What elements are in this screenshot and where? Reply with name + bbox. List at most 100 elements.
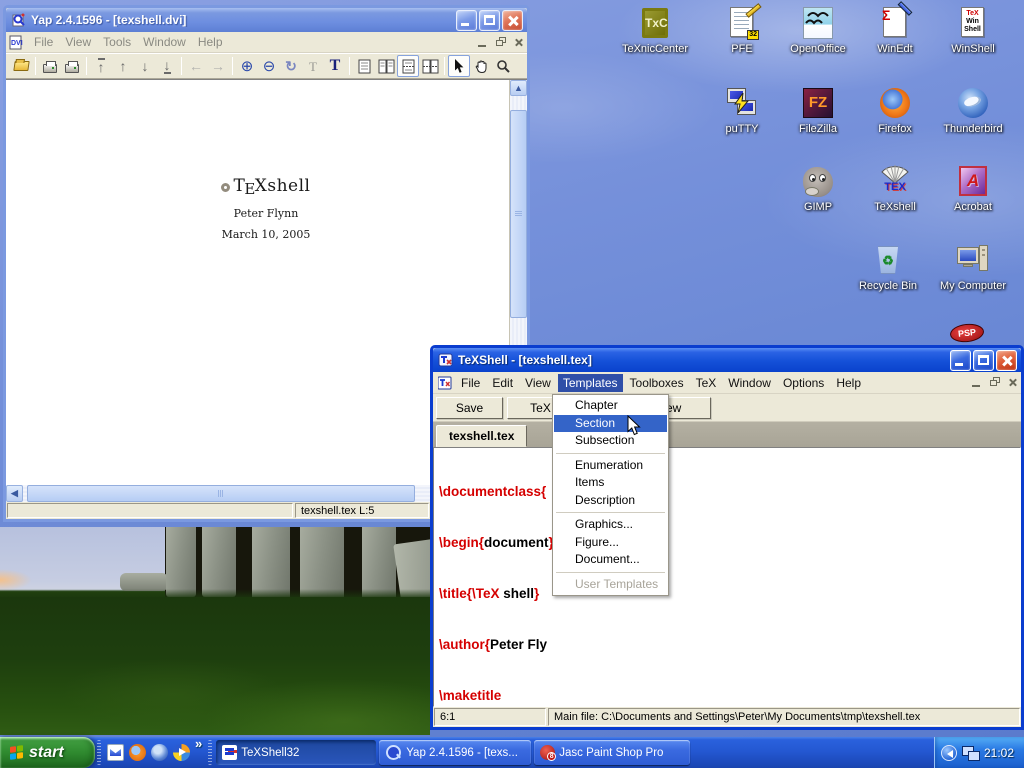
menuitem-items[interactable]: Items <box>554 474 667 492</box>
menu-help[interactable]: Help <box>193 33 228 51</box>
refresh-button[interactable]: ↻ <box>280 55 302 77</box>
menu-window[interactable]: Window <box>138 33 191 51</box>
menu-edit[interactable]: Edit <box>487 374 518 392</box>
print-preview-button[interactable] <box>61 55 83 77</box>
outlook-express-icon[interactable] <box>107 744 124 761</box>
magnifier-tool-button[interactable] <box>492 55 514 77</box>
templates-dropdown-menu: Chapter Section Subsection Enumeration I… <box>552 394 669 596</box>
desktop-icon-my-computer[interactable]: My Computer <box>928 243 1018 292</box>
desktop-icon-filezilla[interactable]: FZ FileZilla <box>780 86 856 135</box>
hand-tool-button[interactable] <box>470 55 492 77</box>
desktop-icon-pfe[interactable]: 32 PFE <box>704 6 780 55</box>
task-paint-shop-pro[interactable]: 8 Jasc Paint Shop Pro <box>534 740 690 765</box>
mdi-restore-button[interactable] <box>493 36 509 49</box>
recycle-glyph: ♻ <box>878 253 898 269</box>
bin-shape: ♻ <box>877 246 899 274</box>
firefox-quicklaunch-icon[interactable] <box>129 744 146 761</box>
menuitem-description[interactable]: Description <box>554 492 667 510</box>
mdi-restore-button[interactable] <box>987 376 1003 389</box>
menu-tools[interactable]: Tools <box>98 33 136 51</box>
mdi-close-button[interactable] <box>1005 376 1021 389</box>
desktop-icon-recycle-bin[interactable]: ♻ Recycle Bin <box>843 243 933 292</box>
minimize-button[interactable] <box>950 350 971 371</box>
continuous-icon <box>402 59 415 74</box>
menuitem-section[interactable]: Section <box>554 415 667 433</box>
menuitem-graphics[interactable]: Graphics... <box>554 516 667 534</box>
font-large-button[interactable]: T <box>324 55 346 77</box>
yap-window-title: Yap 2.4.1596 - [texshell.dvi] <box>31 13 454 27</box>
save-button[interactable]: Save <box>436 397 503 419</box>
yap-titlebar[interactable]: Yap 2.4.1596 - [texshell.dvi] <box>6 8 527 32</box>
desktop-icon-thunderbird[interactable]: Thunderbird <box>935 86 1011 135</box>
next-page-icon: ↓ <box>142 59 149 73</box>
mdi-minimize-button[interactable] <box>475 36 491 49</box>
open-button[interactable] <box>10 55 32 77</box>
texshell-menubar: File Edit View Templates Toolboxes TeX W… <box>433 372 1021 394</box>
desktop-icon-putty[interactable]: puTTY <box>704 86 780 135</box>
facing-pages-view-button[interactable] <box>375 55 397 77</box>
task-texshell32[interactable]: TeXShell32 <box>216 740 376 765</box>
last-page-button[interactable]: ↓ <box>156 55 178 77</box>
menu-view[interactable]: View <box>520 374 556 392</box>
print-button[interactable] <box>39 55 61 77</box>
dvi-date: March 10, 2005 <box>166 228 366 241</box>
menuitem-document[interactable]: Document... <box>554 551 667 569</box>
horizontal-scroll-thumb[interactable] <box>27 485 415 502</box>
maximize-button[interactable] <box>973 350 994 371</box>
mdi-minimize-button[interactable] <box>969 376 985 389</box>
desktop-icon-gimp[interactable]: GIMP <box>780 164 856 213</box>
continuous-facing-view-button[interactable] <box>419 55 441 77</box>
back-button[interactable]: ← <box>185 55 207 77</box>
tab-texshell-tex[interactable]: texshell.tex <box>436 425 527 447</box>
mdi-close-button[interactable] <box>511 36 527 49</box>
yap-app-icon <box>11 12 27 28</box>
scroll-left-button[interactable]: ◀ <box>6 485 23 502</box>
pointer-icon <box>454 59 465 74</box>
menu-file[interactable]: File <box>456 374 485 392</box>
zoom-in-button[interactable]: ⊕ <box>236 55 258 77</box>
vertical-scroll-thumb[interactable] <box>510 110 527 318</box>
media-player-quicklaunch-icon[interactable] <box>173 744 190 761</box>
continuous-view-button[interactable] <box>397 55 419 77</box>
menu-toolboxes[interactable]: Toolboxes <box>625 374 689 392</box>
task-yap[interactable]: Yap 2.4.1596 - [texs... <box>379 740 531 765</box>
desktop-icon-firefox[interactable]: Firefox <box>857 86 933 135</box>
menuitem-enumeration[interactable]: Enumeration <box>554 457 667 475</box>
desktop-icon-texshell[interactable]: TEX TeXshell <box>857 164 933 213</box>
quicklaunch-more-chevron[interactable]: » <box>195 737 202 751</box>
menuitem-subsection[interactable]: Subsection <box>554 432 667 450</box>
tray-collapse-chevron[interactable] <box>941 745 957 761</box>
menuitem-figure[interactable]: Figure... <box>554 534 667 552</box>
menu-view[interactable]: View <box>60 33 96 51</box>
menuitem-chapter[interactable]: Chapter <box>554 397 667 415</box>
menu-window[interactable]: Window <box>723 374 776 392</box>
maximize-button[interactable] <box>479 10 500 31</box>
desktop-icon-winshell[interactable]: TeX Win Shell WinShell <box>935 6 1011 55</box>
menu-file[interactable]: File <box>29 33 58 51</box>
desktop-icon-openoffice[interactable]: OpenOffice <box>780 6 856 55</box>
texshell-titlebar[interactable]: TeXShell - [texshell.tex] <box>433 348 1021 372</box>
menu-templates[interactable]: Templates <box>558 374 623 392</box>
desktop-icon-winedt[interactable]: Σ WinEdt <box>857 6 933 55</box>
code-editor[interactable]: \documentclass{ \begin{document} \title{… <box>433 447 1021 707</box>
minimize-button[interactable] <box>456 10 477 31</box>
pointer-tool-button[interactable] <box>448 55 470 77</box>
forward-button[interactable]: → <box>207 55 229 77</box>
menu-tex[interactable]: TeX <box>691 374 722 392</box>
start-button[interactable]: start <box>0 737 95 768</box>
desktop-icon-texniccenter[interactable]: TxC TeXnicCenter <box>617 6 693 55</box>
next-page-button[interactable]: ↓ <box>134 55 156 77</box>
font-small-button[interactable]: T <box>302 55 324 77</box>
close-button[interactable] <box>996 350 1017 371</box>
scroll-up-button[interactable]: ▲ <box>510 80 527 96</box>
close-button[interactable] <box>502 10 523 31</box>
menu-options[interactable]: Options <box>778 374 829 392</box>
thunderbird-quicklaunch-icon[interactable] <box>151 744 168 761</box>
network-tray-icon[interactable] <box>962 746 979 760</box>
prev-page-button[interactable]: ↑ <box>112 55 134 77</box>
menu-help[interactable]: Help <box>831 374 866 392</box>
first-page-button[interactable]: ↑ <box>90 55 112 77</box>
desktop-icon-acrobat[interactable]: A Acrobat <box>935 164 1011 213</box>
zoom-out-button[interactable]: ⊖ <box>258 55 280 77</box>
single-page-view-button[interactable] <box>353 55 375 77</box>
